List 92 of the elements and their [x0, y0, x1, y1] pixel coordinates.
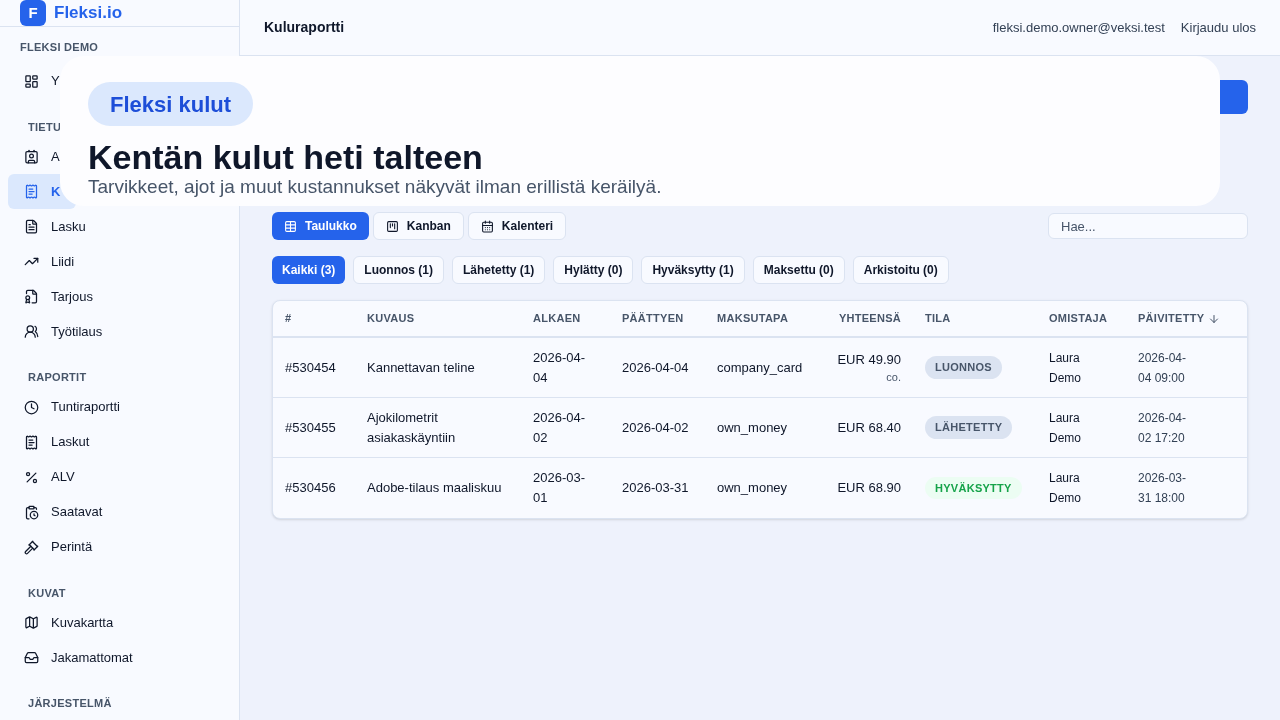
people-icon [24, 324, 39, 339]
table-cell-text: EUR 49.90 [837, 350, 901, 369]
column-header: PÄÄTTYEN [622, 311, 684, 327]
status-badge: LUONNOS [925, 356, 1002, 379]
column-header: ALKAEN [533, 311, 581, 327]
receipt-icon [24, 184, 39, 199]
clock-icon [24, 399, 39, 415]
filter-chip[interactable]: Maksettu (0) [752, 256, 845, 284]
document-icon [24, 219, 39, 234]
banner-badge: Fleksi kulut [88, 82, 254, 126]
filter-chip[interactable]: Arkistoitu (0) [852, 256, 949, 284]
dashboard-icon [24, 73, 39, 89]
table-icon [284, 219, 297, 233]
table-cell: own_money [717, 419, 788, 435]
sort-arrow-icon [1208, 312, 1221, 325]
column-header[interactable]: PÄIVITETTY [1138, 310, 1205, 327]
logout-link[interactable]: Kirjaudu ulos [1180, 17, 1256, 38]
filter-chip[interactable]: Lähetetty (1) [452, 256, 546, 284]
table-cell: Laura Demo [1049, 410, 1081, 445]
banner-headline: Kentän kulut heti talteen [88, 138, 483, 176]
clipboard-clock-icon [24, 504, 39, 520]
column-header: KUVAUS [367, 311, 415, 327]
sidebar-item[interactable]: Työtilaus [8, 314, 119, 349]
sidebar-item[interactable]: Y [8, 63, 76, 99]
document-icon [24, 289, 39, 304]
sidebar-item[interactable]: Liidi [8, 244, 91, 279]
receipt-icon [24, 434, 39, 450]
sidebar-item[interactable]: Lasku [8, 209, 102, 244]
column-header: YHTEENSÄ [838, 311, 901, 327]
table-cell: #530456 [285, 480, 336, 496]
column-header: OMISTAJA [1049, 311, 1108, 327]
table-cell: 2026-04-02 [622, 419, 689, 435]
table-cell: 2026-03-01 [533, 470, 586, 505]
filter-chip[interactable]: Hylätty (0) [553, 256, 634, 284]
filter-chip[interactable]: Kaikki (3) [272, 256, 346, 284]
table-cell-text: EUR 68.40 [837, 418, 901, 437]
table-cell-text: EUR 68.90 [837, 479, 901, 498]
table-cell: 2026-04-04 09:00 [1138, 350, 1187, 385]
table-cell: Ajokilometrit asiakaskäyntiin [367, 409, 456, 445]
user-email: fleksi.demo.owner@veksi.test [992, 18, 1165, 37]
section-heading: RAPORTIT [28, 370, 87, 385]
table-cell: Kannettavan teline [367, 359, 475, 375]
table-cell: Laura Demo [1049, 471, 1081, 505]
sidebar-item[interactable]: Laskut [8, 424, 106, 460]
view-tab[interactable]: Kalenteri [467, 212, 567, 240]
brand-name: Fleksi.io [54, 2, 123, 25]
sidebar-item[interactable]: A [8, 139, 76, 174]
calendar-icon [480, 219, 494, 233]
status-badge: LÄHETETTY [925, 416, 1013, 439]
search-field[interactable]: Hae... [1048, 213, 1248, 239]
table-cell: #530454 [285, 359, 336, 375]
table-cell: 2026-04-02 17:20 [1138, 410, 1187, 445]
header-title: Kuluraportti [264, 18, 346, 37]
column-header: # [285, 311, 292, 327]
column-header: TILA [925, 311, 951, 327]
percent-icon [24, 469, 39, 485]
banner-subtitle: Tarvikkeet, ajot ja muut kustannukset näkyvät ilman erillistä keräilyä. [88, 176, 662, 198]
table-cell: own_money [717, 480, 788, 496]
sidebar-item[interactable]: Tarjous [8, 279, 109, 314]
filter-chip[interactable]: Luonnos (1) [353, 256, 444, 284]
section-heading: TIETU [28, 119, 62, 135]
sidebar-item[interactable]: Tuntiraportti [8, 389, 136, 425]
sidebar-item[interactable]: Jakamattomat [8, 640, 149, 675]
sidebar-item[interactable]: Saatavat [8, 494, 119, 530]
column-header: MAKSUTAPA [717, 311, 789, 327]
table-cell: Adobe-tilaus maaliskuu [367, 480, 502, 495]
table-cell: 2026-04-02 [533, 409, 586, 445]
table-cell: #530455 [285, 419, 336, 435]
table-cell: 2026-03-31 [622, 480, 689, 495]
workspace-label: FLEKSI DEMO [19, 40, 100, 55]
table-cell: company_card [717, 359, 803, 375]
filter-chip[interactable]: Hyväksytty (1) [641, 256, 745, 284]
table-cell: 2026-04-04 [533, 349, 586, 385]
table-cell: 2026-03-31 18:00 [1138, 471, 1187, 505]
sidebar-item[interactable]: Kuvakartta [8, 605, 130, 640]
section-heading: JÄRJESTELMÄ [28, 696, 112, 711]
logo-icon: F [20, 0, 46, 26]
contact-card-icon [24, 149, 39, 164]
status-badge: HYVÄKSYTTY [925, 476, 1022, 500]
sidebar-item[interactable]: ALV [8, 459, 91, 495]
table-cell-text: co. [886, 370, 901, 385]
new-report-button[interactable] [1220, 80, 1248, 114]
kanban-icon [385, 219, 399, 233]
view-tab[interactable]: Taulukko [272, 212, 369, 240]
gavel-icon [24, 539, 39, 555]
inbox-icon [24, 650, 39, 665]
map-icon [24, 615, 39, 630]
section-heading: KUVAT [28, 585, 66, 601]
view-tab[interactable]: Kanban [372, 212, 464, 240]
table-cell: 2026-04-04 [622, 359, 689, 375]
sidebar-item[interactable]: Perintä [8, 529, 109, 565]
table-cell: Laura Demo [1049, 350, 1081, 385]
